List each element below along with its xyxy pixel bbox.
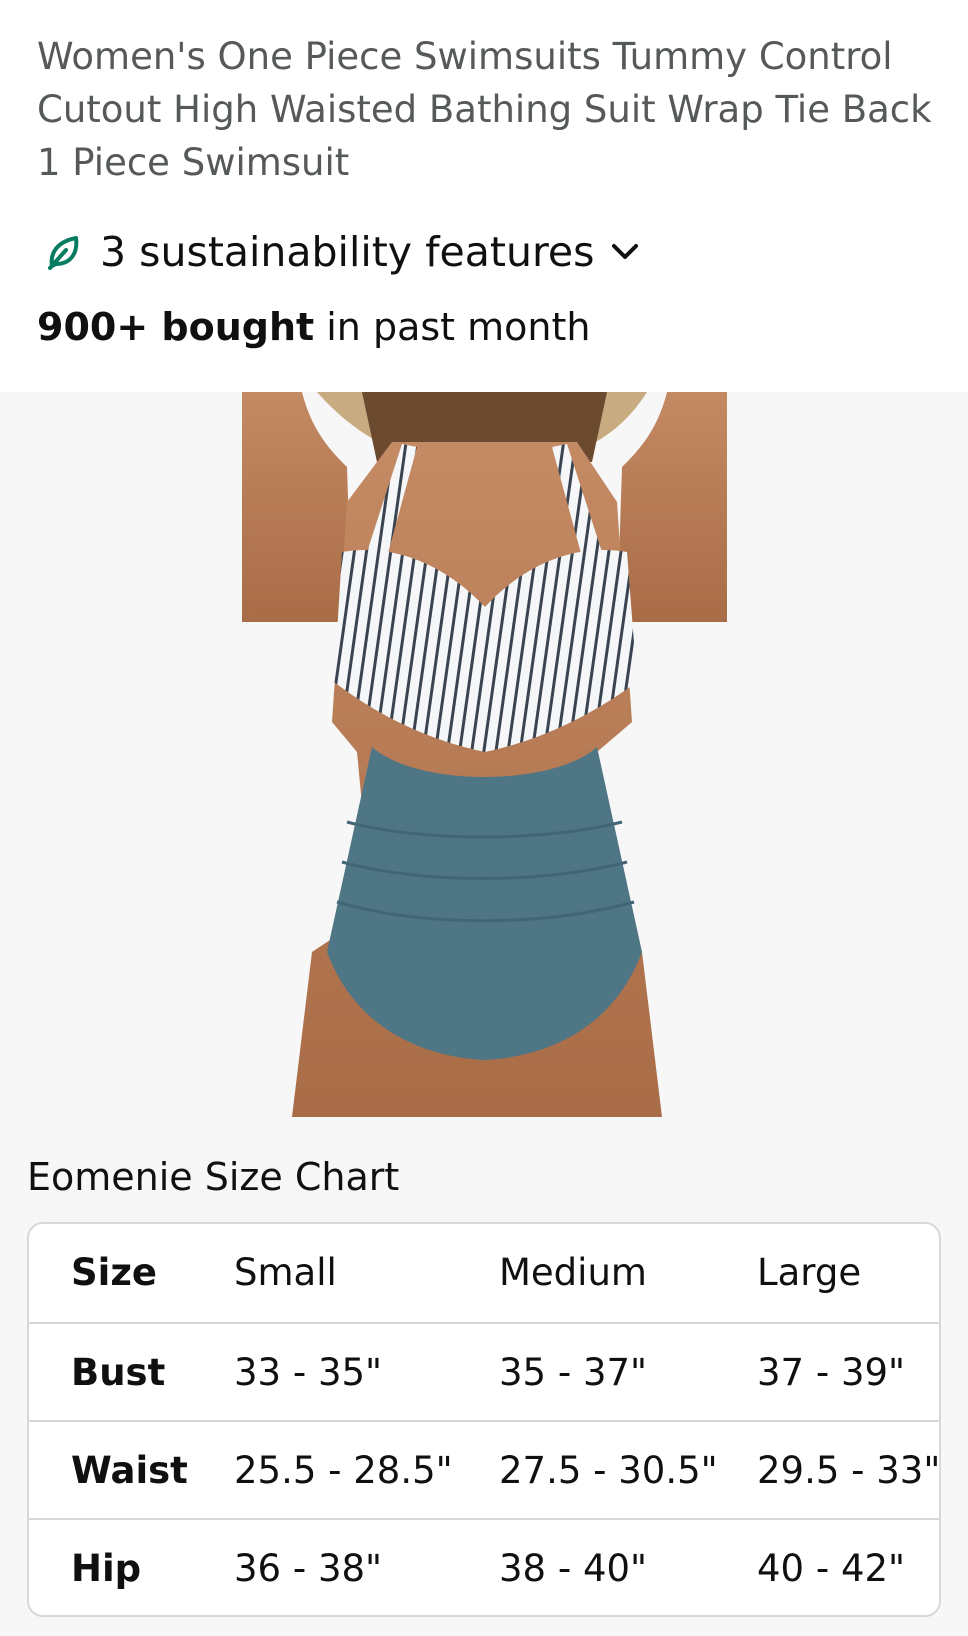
table-cell: 35 - 37" (499, 1351, 648, 1394)
header-size-label: Size (71, 1251, 157, 1294)
bought-count: 900+ bought in past month (37, 305, 591, 349)
bought-count-suffix: in past month (314, 305, 591, 349)
table-cell: 27.5 - 30.5" (499, 1449, 718, 1492)
sustainability-label: 3 sustainability features (100, 228, 595, 276)
table-cell: 25.5 - 28.5" (234, 1449, 453, 1492)
leaf-icon (44, 232, 84, 272)
header-size-large: Large (757, 1251, 862, 1294)
table-row: Bust 33 - 35" 35 - 37" 37 - 39" (29, 1322, 939, 1422)
product-image[interactable] (242, 392, 727, 1117)
table-cell: 33 - 35" (234, 1351, 383, 1394)
sustainability-features-toggle[interactable]: 3 sustainability features (44, 222, 642, 282)
size-chart-title: Eomenie Size Chart (27, 1155, 400, 1199)
table-cell: 29.5 - 33" (757, 1449, 941, 1492)
table-cell: 37 - 39" (757, 1351, 906, 1394)
row-label-waist: Waist (71, 1449, 188, 1492)
chevron-down-icon (608, 235, 642, 269)
header-size-medium: Medium (499, 1251, 647, 1294)
table-cell: 38 - 40" (499, 1547, 648, 1590)
row-label-hip: Hip (71, 1547, 142, 1590)
table-header-row: Size Small Medium Large (29, 1224, 939, 1322)
table-cell: 36 - 38" (234, 1547, 383, 1590)
header-size-small: Small (234, 1251, 337, 1294)
size-chart-table: Size Small Medium Large Bust 33 - 35" 35… (27, 1222, 941, 1617)
row-label-bust: Bust (71, 1351, 166, 1394)
table-row: Waist 25.5 - 28.5" 27.5 - 30.5" 29.5 - 3… (29, 1420, 939, 1520)
bought-count-strong: 900+ bought (37, 305, 315, 349)
table-cell: 40 - 42" (757, 1547, 906, 1590)
table-row: Hip 36 - 38" 38 - 40" 40 - 42" (29, 1518, 939, 1615)
product-title: Women's One Piece Swimsuits Tummy Contro… (37, 35, 932, 184)
